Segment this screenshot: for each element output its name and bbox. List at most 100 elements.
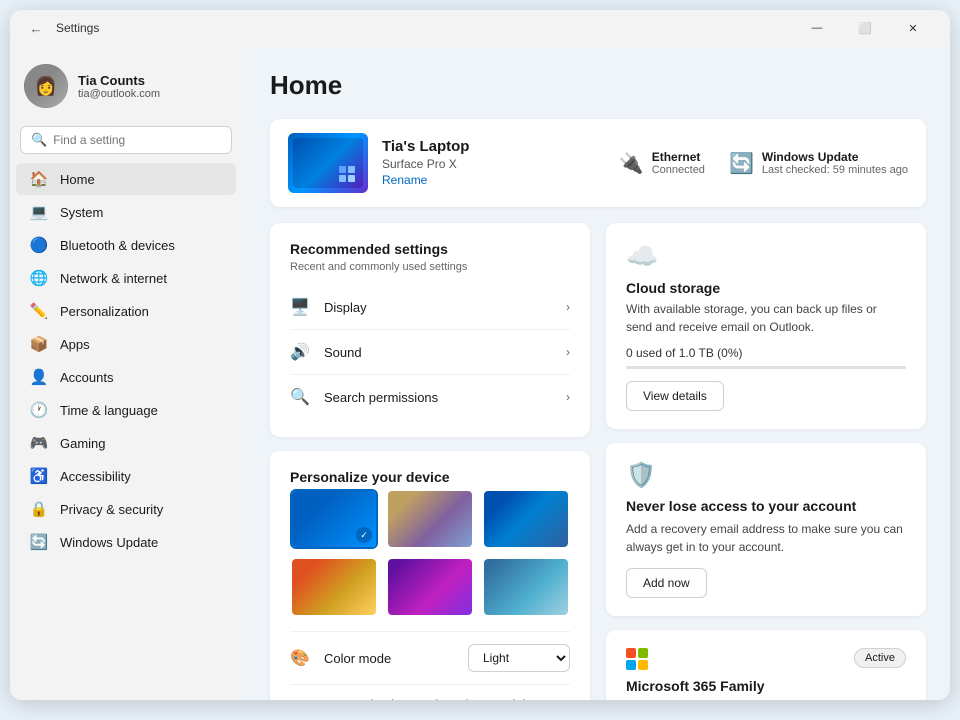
recommended-subtitle: Recent and commonly used settings	[290, 261, 570, 273]
ethernet-label: Ethernet	[652, 150, 705, 164]
settings-items-container: 🖥️ Display › 🔊 Sound › 🔍 Search permissi…	[290, 285, 570, 419]
device-thumb-inner	[293, 138, 363, 188]
sidebar-item-home[interactable]: 🏠 Home	[16, 163, 236, 195]
search-input[interactable]	[53, 133, 221, 147]
theme-grid: ✓	[290, 489, 570, 617]
window-controls: — ⬜ ✕	[794, 10, 936, 46]
personalization-icon: ✏️	[30, 302, 48, 320]
left-column: Recommended settings Recent and commonly…	[270, 223, 590, 700]
titlebar: ← Settings — ⬜ ✕	[10, 10, 950, 46]
sidebar-item-personalization[interactable]: ✏️ Personalization	[16, 295, 236, 327]
browse-label: Browse more backgrounds, colors, and the…	[290, 697, 566, 700]
account-security-card: 🛡️ Never lose access to your account Add…	[606, 443, 926, 616]
device-name: Tia's Laptop	[382, 138, 605, 155]
theme-4-bg	[292, 559, 376, 615]
display-chevron-icon: ›	[566, 300, 570, 314]
sidebar-item-apps[interactable]: 📦 Apps	[16, 328, 236, 360]
color-mode-select[interactable]: Light Dark Custom	[468, 644, 570, 672]
sidebar-item-time[interactable]: 🕐 Time & language	[16, 394, 236, 426]
system-icon: 💻	[30, 203, 48, 221]
sidebar-item-label-gaming: Gaming	[60, 436, 106, 451]
home-icon: 🏠	[30, 170, 48, 188]
theme-1-check: ✓	[356, 527, 372, 543]
avatar: 👩	[24, 64, 68, 108]
minimize-button[interactable]: —	[794, 10, 840, 46]
sidebar-item-gaming[interactable]: 🎮 Gaming	[16, 427, 236, 459]
m365-title: Microsoft 365 Family	[626, 678, 906, 694]
search-box[interactable]: 🔍	[20, 126, 232, 154]
avatar-image: 👩	[24, 64, 68, 108]
windows-update-info: Windows Update Last checked: 59 minutes …	[762, 150, 908, 176]
color-mode-icon: 🎨	[290, 648, 312, 668]
sidebar: 👩 Tia Counts tia@outlook.com 🔍 🏠 Home 💻 …	[10, 46, 242, 700]
setting-item-sound[interactable]: 🔊 Sound ›	[290, 329, 570, 374]
user-profile: 👩 Tia Counts tia@outlook.com	[10, 54, 242, 122]
sidebar-item-label-time: Time & language	[60, 403, 158, 418]
status-ethernet: 🔌 Ethernet Connected	[619, 150, 705, 176]
m365-header: Active	[626, 648, 906, 670]
sidebar-item-accessibility[interactable]: ♿ Accessibility	[16, 460, 236, 492]
view-details-button[interactable]: View details	[626, 381, 724, 411]
theme-4[interactable]	[290, 557, 378, 617]
search-icon: 🔍	[31, 132, 47, 148]
setting-item-display[interactable]: 🖥️ Display ›	[290, 285, 570, 329]
theme-1[interactable]: ✓	[290, 489, 378, 549]
recommended-title: Recommended settings	[290, 241, 570, 257]
privacy-icon: 🔒	[30, 500, 48, 518]
bluetooth-icon: 🔵	[30, 236, 48, 254]
ethernet-info: Ethernet Connected	[652, 150, 705, 176]
sidebar-item-label-update: Windows Update	[60, 535, 158, 550]
network-icon: 🌐	[30, 269, 48, 287]
sidebar-item-label-bluetooth: Bluetooth & devices	[60, 238, 175, 253]
sidebar-item-network[interactable]: 🌐 Network & internet	[16, 262, 236, 294]
theme-6-bg	[484, 559, 568, 615]
m365-active-badge: Active	[854, 648, 906, 668]
cloud-icon: ☁️	[626, 241, 906, 272]
sidebar-item-label-personalization: Personalization	[60, 304, 149, 319]
theme-5-bg	[388, 559, 472, 615]
right-column: ☁️ Cloud storage With available storage,…	[606, 223, 926, 700]
main-content: Home Tia's Laptop Surface Pro	[242, 46, 950, 700]
sidebar-item-accounts[interactable]: 👤 Accounts	[16, 361, 236, 393]
display-setting-icon: 🖥️	[290, 297, 312, 317]
browse-chevron-icon: ›	[566, 698, 570, 701]
sidebar-item-label-privacy: Privacy & security	[60, 502, 163, 517]
sidebar-item-label-apps: Apps	[60, 337, 90, 352]
add-now-button[interactable]: Add now	[626, 568, 707, 598]
storage-text: 0 used of 1.0 TB (0%)	[626, 346, 906, 360]
account-security-description: Add a recovery email address to make sur…	[626, 520, 906, 556]
sidebar-item-label-home: Home	[60, 172, 95, 187]
theme-2[interactable]	[386, 489, 474, 549]
personalize-card: Personalize your device ✓	[270, 451, 590, 700]
theme-3[interactable]	[482, 489, 570, 549]
theme-5[interactable]	[386, 557, 474, 617]
device-model: Surface Pro X	[382, 157, 605, 171]
personalize-title: Personalize your device	[290, 469, 570, 485]
sound-setting-icon: 🔊	[290, 342, 312, 362]
accounts-icon: 👤	[30, 368, 48, 386]
shield-icon: 🛡️	[626, 461, 906, 490]
theme-6[interactable]	[482, 557, 570, 617]
user-name: Tia Counts	[78, 73, 160, 88]
sidebar-item-bluetooth[interactable]: 🔵 Bluetooth & devices	[16, 229, 236, 261]
account-security-title: Never lose access to your account	[626, 498, 906, 514]
color-mode-row: 🎨 Color mode Light Dark Custom	[290, 631, 570, 684]
search-setting-icon: 🔍	[290, 387, 312, 407]
close-button[interactable]: ✕	[890, 10, 936, 46]
sidebar-item-system[interactable]: 💻 System	[16, 196, 236, 228]
back-button[interactable]: ←	[24, 16, 48, 40]
device-rename-link[interactable]: Rename	[382, 173, 427, 187]
maximize-button[interactable]: ⬜	[842, 10, 888, 46]
sidebar-item-update[interactable]: 🔄 Windows Update	[16, 526, 236, 558]
theme-3-bg	[484, 491, 568, 547]
display-setting-label: Display	[324, 300, 566, 315]
device-name-block: Tia's Laptop Surface Pro X Rename	[382, 138, 605, 189]
user-email: tia@outlook.com	[78, 88, 160, 100]
sidebar-item-privacy[interactable]: 🔒 Privacy & security	[16, 493, 236, 525]
setting-item-search[interactable]: 🔍 Search permissions ›	[290, 374, 570, 419]
browse-backgrounds-row[interactable]: Browse more backgrounds, colors, and the…	[290, 684, 570, 700]
device-card: Tia's Laptop Surface Pro X Rename 🔌 Ethe…	[270, 119, 926, 207]
user-info: Tia Counts tia@outlook.com	[78, 73, 160, 100]
apps-icon: 📦	[30, 335, 48, 353]
sidebar-item-label-network: Network & internet	[60, 271, 167, 286]
